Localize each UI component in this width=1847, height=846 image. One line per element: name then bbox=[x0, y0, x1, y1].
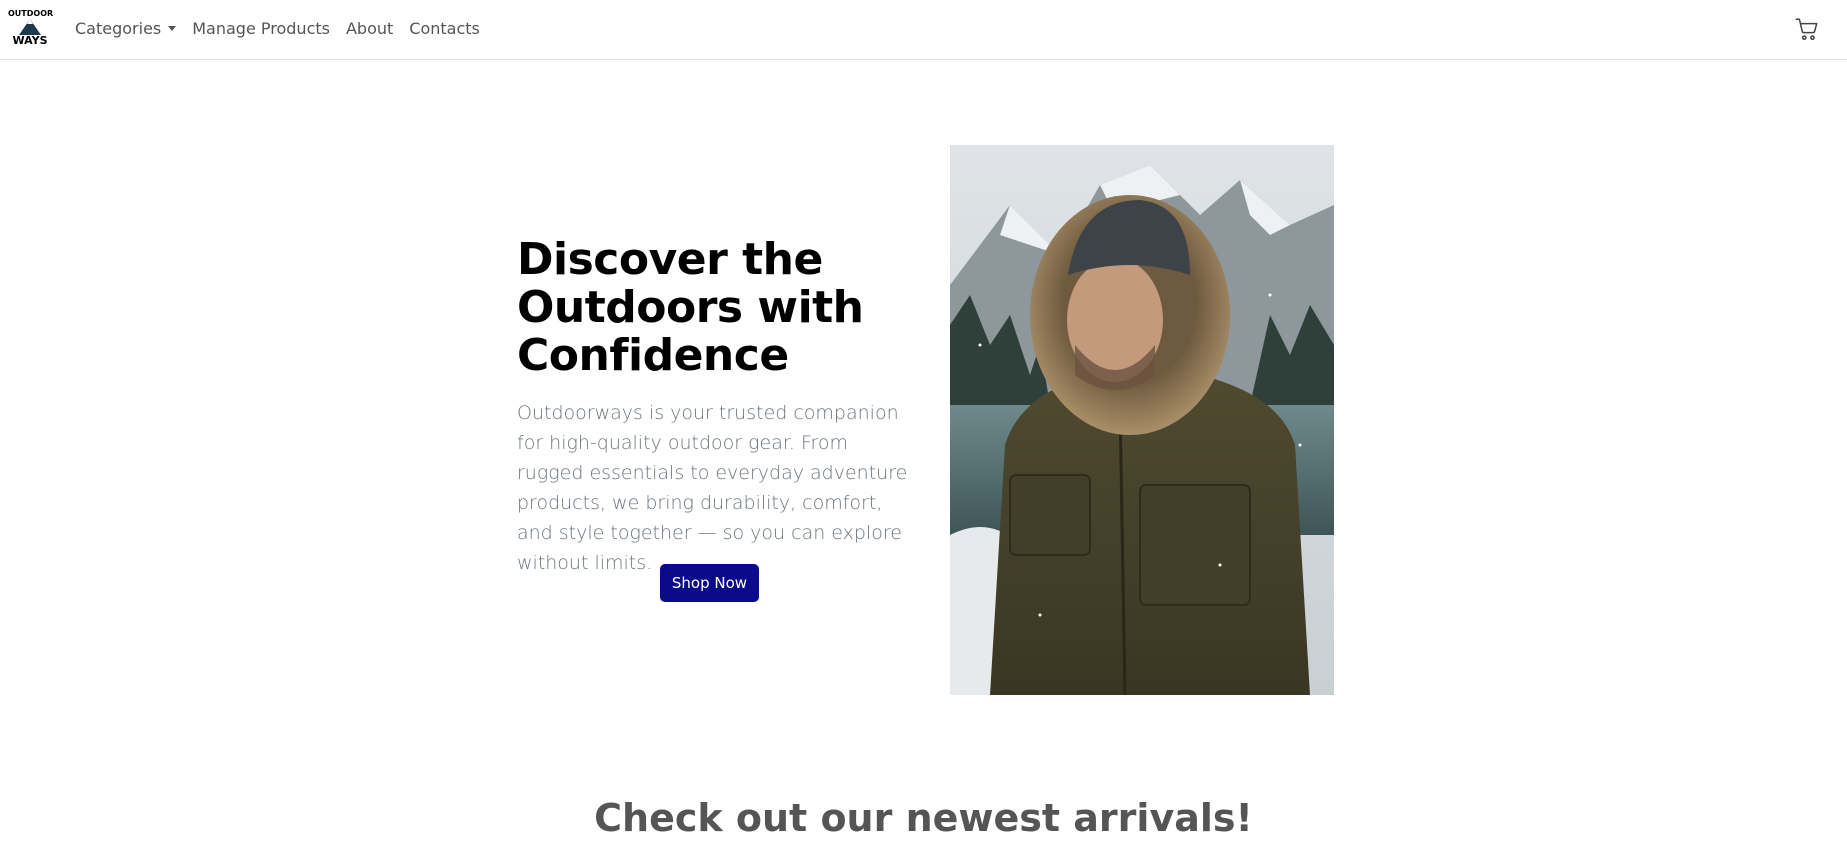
shopping-cart-icon[interactable] bbox=[1794, 16, 1820, 42]
logo-top-text: OUTDOOR bbox=[8, 9, 54, 18]
hero-text-block: Discover the Outdoors with Confidence Ou… bbox=[517, 236, 909, 578]
hero-description: Outdoorways is your trusted companion fo… bbox=[517, 402, 908, 574]
nav-manage-products[interactable]: Manage Products bbox=[192, 19, 330, 38]
hero-title: Discover the Outdoors with Confidence bbox=[517, 234, 864, 381]
nav-categories-label: Categories bbox=[75, 18, 162, 38]
nav-links: Categories Manage Products About Contact… bbox=[75, 16, 496, 40]
caret-down-icon bbox=[168, 25, 177, 31]
shop-now-button[interactable]: Shop Now bbox=[660, 564, 759, 602]
logo-bottom-text: WAYS bbox=[12, 34, 48, 47]
navbar: OUTDOOR WAYS Categories Manage Products … bbox=[0, 0, 1847, 60]
brand-logo[interactable]: OUTDOOR WAYS bbox=[8, 9, 54, 47]
hero-image bbox=[950, 145, 1334, 695]
nav-about[interactable]: About bbox=[346, 19, 393, 38]
newest-arrivals-title: Check out our newest arrivals! bbox=[594, 796, 1253, 840]
nav-contacts[interactable]: Contacts bbox=[409, 19, 480, 38]
mountain-icon bbox=[19, 19, 41, 35]
nav-categories-dropdown[interactable]: Categories bbox=[75, 18, 177, 38]
